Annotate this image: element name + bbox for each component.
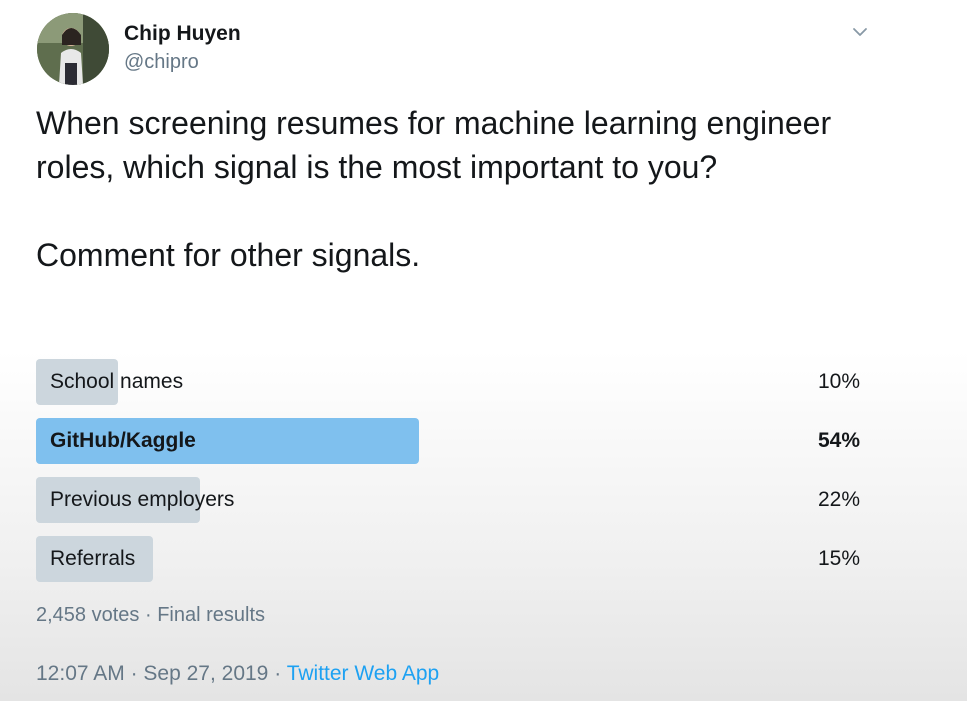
tweet-comment-note: Comment for other signals. — [36, 237, 421, 273]
poll-option: Previous employers 22% — [36, 477, 860, 523]
separator-dot: · — [130, 662, 138, 685]
separator-dot: · — [274, 662, 282, 685]
poll-option-percent: 54% — [817, 429, 860, 452]
poll-option-percent: 15% — [817, 547, 860, 570]
poll: School names 10% GitHub/Kaggle 54% Previ… — [36, 359, 860, 595]
poll-option: Referrals 15% — [36, 536, 860, 582]
tweet-time[interactable]: 12:07 AM — [36, 662, 125, 685]
poll-option-label: Referrals — [50, 547, 136, 570]
tweet-question: When screening resumes for machine learn… — [36, 105, 832, 185]
poll-option-percent: 10% — [817, 370, 860, 393]
author-name[interactable]: Chip Huyen — [124, 22, 241, 46]
poll-vote-count: 2,458 votes — [36, 604, 140, 626]
poll-option-label: School names — [50, 370, 184, 393]
tweet-footer: 12:07 AM · Sep 27, 2019 · Twitter Web Ap… — [36, 662, 439, 686]
tweet-card: Chip Huyen @chipro When screening resume… — [0, 0, 967, 701]
poll-option-label: Previous employers — [50, 488, 235, 511]
tweet-source-link[interactable]: Twitter Web App — [287, 662, 440, 685]
poll-option-percent: 22% — [817, 488, 860, 511]
chevron-down-icon[interactable] — [848, 20, 872, 44]
tweet-date[interactable]: Sep 27, 2019 — [143, 662, 268, 685]
profile-photo — [37, 13, 109, 85]
poll-meta: 2,458 votes · Final results — [36, 604, 265, 627]
poll-status: Final results — [157, 604, 266, 626]
poll-option: GitHub/Kaggle 54% — [36, 418, 860, 464]
poll-option: School names 10% — [36, 359, 860, 405]
tweet-text: When screening resumes for machine learn… — [36, 101, 916, 277]
author-handle[interactable]: @chipro — [124, 51, 199, 74]
separator-dot: · — [144, 604, 152, 626]
avatar[interactable] — [37, 13, 109, 85]
poll-option-label: GitHub/Kaggle — [50, 429, 196, 452]
